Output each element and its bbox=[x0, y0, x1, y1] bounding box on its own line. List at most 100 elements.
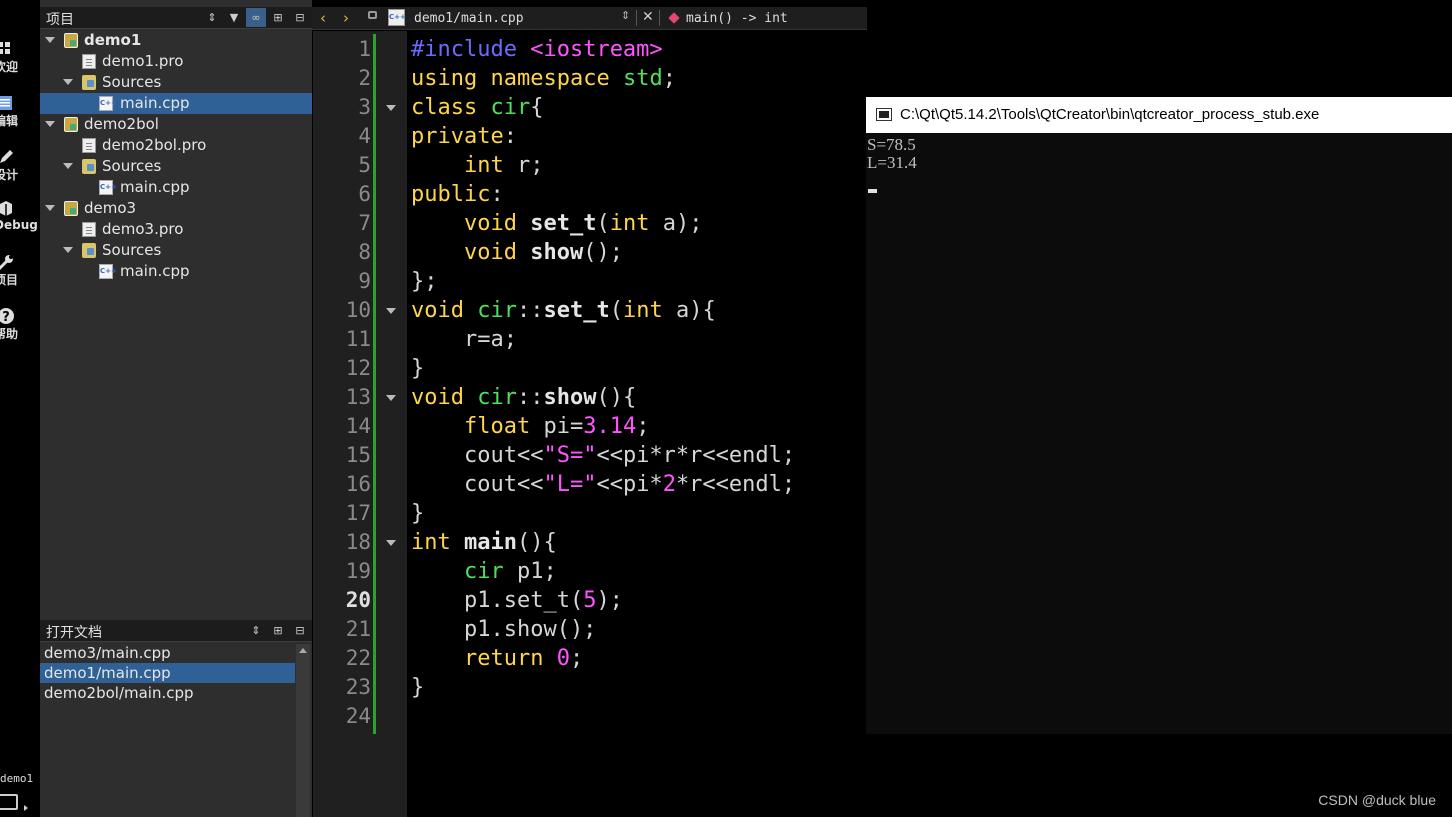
tree-item-project[interactable]: demo2bol bbox=[40, 114, 312, 135]
mode-welcome[interactable]: 欢迎 bbox=[0, 40, 40, 75]
fold-toggle-icon[interactable] bbox=[386, 395, 396, 401]
mode-debug[interactable]: Debug bbox=[0, 200, 40, 232]
project-icon bbox=[64, 33, 78, 48]
console-line: L=31.4 bbox=[867, 153, 917, 172]
list-item[interactable]: demo1/main.cpp bbox=[40, 663, 295, 683]
fold-toggle-icon[interactable] bbox=[386, 540, 396, 546]
list-item[interactable]: demo3/main.cpp bbox=[40, 643, 295, 663]
line-number: 20 bbox=[345, 588, 371, 612]
project-icon bbox=[64, 201, 78, 216]
tree-item-folder[interactable]: Sources bbox=[40, 156, 312, 177]
code-line: } bbox=[411, 501, 425, 526]
lock-icon[interactable] bbox=[368, 11, 377, 19]
close-icon[interactable]: ✕ bbox=[642, 9, 654, 25]
target-project-name[interactable]: demo1 bbox=[0, 772, 33, 785]
tree-item-project[interactable]: demo3 bbox=[40, 198, 312, 219]
link-icon[interactable]: ∞ bbox=[246, 8, 266, 27]
chevron-down-icon[interactable] bbox=[45, 37, 55, 43]
cpp-file-icon: C++ bbox=[99, 180, 117, 195]
line-number: 14 bbox=[345, 414, 371, 438]
tree-item-file[interactable]: C++ main.cpp bbox=[40, 93, 312, 114]
watermark: CSDN @duck blue bbox=[1318, 792, 1436, 808]
chevron-down-icon[interactable] bbox=[63, 247, 73, 253]
folder-icon bbox=[82, 243, 96, 258]
expand-arrow-icon[interactable] bbox=[24, 805, 28, 811]
code-line: cout<<"S="<<pi*r*r<<endl; bbox=[463, 443, 796, 468]
code-line: class cir{ bbox=[411, 95, 544, 120]
console-title-bar[interactable]: C:\Qt\Qt5.14.2\Tools\QtCreator\bin\qtcre… bbox=[866, 97, 1452, 133]
project-tree: demo1 demo1.pro Sources C++ main.cpp dem… bbox=[40, 30, 312, 282]
monitor-icon[interactable] bbox=[0, 794, 18, 810]
close-panel-icon[interactable]: ⊟ bbox=[290, 621, 310, 640]
filter-icon[interactable]: ▼ bbox=[224, 8, 244, 27]
code-line: void cir::set_t(int a){ bbox=[411, 298, 716, 323]
mode-design[interactable]: 设计 bbox=[0, 148, 40, 183]
mode-edit[interactable]: 编辑 bbox=[0, 94, 40, 129]
edit-icon bbox=[0, 96, 12, 110]
code-line: }; bbox=[411, 269, 438, 294]
back-icon[interactable]: ‹ bbox=[320, 9, 326, 27]
code-line: public: bbox=[411, 182, 504, 207]
line-number: 7 bbox=[358, 211, 371, 235]
line-number: 16 bbox=[345, 472, 371, 496]
forward-icon[interactable]: › bbox=[343, 9, 349, 27]
fold-toggle-icon[interactable] bbox=[386, 105, 396, 111]
tree-item-project[interactable]: demo1 bbox=[40, 30, 312, 51]
code-line: p1.show(); bbox=[411, 617, 597, 642]
chevron-down-icon[interactable] bbox=[63, 79, 73, 85]
code-line: cout<<"L="<<pi*2*r<<endl; bbox=[463, 472, 796, 497]
current-file-selector[interactable]: demo1/main.cpp bbox=[414, 11, 524, 26]
mode-label: 帮助 bbox=[0, 327, 19, 341]
pro-file-icon bbox=[82, 222, 96, 237]
line-number: 23 bbox=[345, 675, 371, 699]
chevron-down-icon[interactable] bbox=[45, 121, 55, 127]
view-selector-icon[interactable]: ⇕ bbox=[202, 8, 222, 27]
dropdown-arrows-icon[interactable]: ⇕ bbox=[621, 9, 630, 22]
symbol-selector[interactable]: main() -> int bbox=[686, 11, 788, 26]
line-number: 24 bbox=[345, 704, 371, 728]
scroll-up-icon[interactable] bbox=[299, 648, 307, 653]
view-selector-icon[interactable]: ⇕ bbox=[246, 621, 266, 640]
tree-item-file[interactable]: C++ main.cpp bbox=[40, 177, 312, 198]
line-number: 3 bbox=[358, 95, 371, 119]
divider bbox=[659, 10, 660, 26]
fold-toggle-icon[interactable] bbox=[386, 308, 396, 314]
mode-help[interactable]: ? 帮助 bbox=[0, 307, 40, 342]
cpp-file-icon: C++ bbox=[388, 9, 406, 26]
code-editor[interactable]: #include <iostream> using namespace std; c… bbox=[411, 35, 795, 731]
code-line: void set_t(int a); bbox=[463, 211, 703, 236]
line-number: 17 bbox=[345, 501, 371, 525]
close-panel-icon[interactable]: ⊟ bbox=[290, 8, 310, 27]
tree-item-folder[interactable]: Sources bbox=[40, 240, 312, 261]
wrench-icon bbox=[0, 255, 13, 271]
line-number: 1 bbox=[358, 37, 371, 61]
scrollbar[interactable] bbox=[296, 644, 310, 817]
tree-item-file[interactable]: demo3.pro bbox=[40, 219, 312, 240]
line-number: 19 bbox=[345, 559, 371, 583]
mode-label: 设计 bbox=[0, 168, 19, 182]
split-icon[interactable]: ⊞ bbox=[268, 621, 288, 640]
chevron-down-icon[interactable] bbox=[63, 163, 73, 169]
tree-item-label: main.cpp bbox=[120, 94, 190, 112]
tree-item-file[interactable]: C++ main.cpp bbox=[40, 261, 312, 282]
tree-item-label: Sources bbox=[102, 157, 162, 175]
tree-item-label: demo1.pro bbox=[102, 52, 184, 70]
split-icon[interactable]: ⊞ bbox=[268, 8, 288, 27]
tree-item-label: demo2bol bbox=[84, 115, 159, 133]
list-item[interactable]: demo2bol/main.cpp bbox=[40, 683, 295, 703]
mode-projects[interactable]: 项目 bbox=[0, 253, 40, 288]
tree-item-file[interactable]: demo2bol.pro bbox=[40, 135, 312, 156]
code-line: using namespace std; bbox=[411, 66, 676, 91]
svg-text:?: ? bbox=[2, 310, 10, 325]
console-output: S=78.5 L=31.4 bbox=[867, 136, 917, 172]
tree-item-file[interactable]: demo1.pro bbox=[40, 51, 312, 72]
project-icon bbox=[64, 117, 78, 132]
chevron-down-icon[interactable] bbox=[45, 205, 55, 211]
line-number: 13 bbox=[345, 385, 371, 409]
line-number: 15 bbox=[345, 443, 371, 467]
tree-item-folder[interactable]: Sources bbox=[40, 72, 312, 93]
console-window[interactable]: C:\Qt\Qt5.14.2\Tools\QtCreator\bin\qtcre… bbox=[866, 97, 1452, 734]
console-line: S=78.5 bbox=[867, 135, 916, 154]
tree-item-label: main.cpp bbox=[120, 178, 190, 196]
